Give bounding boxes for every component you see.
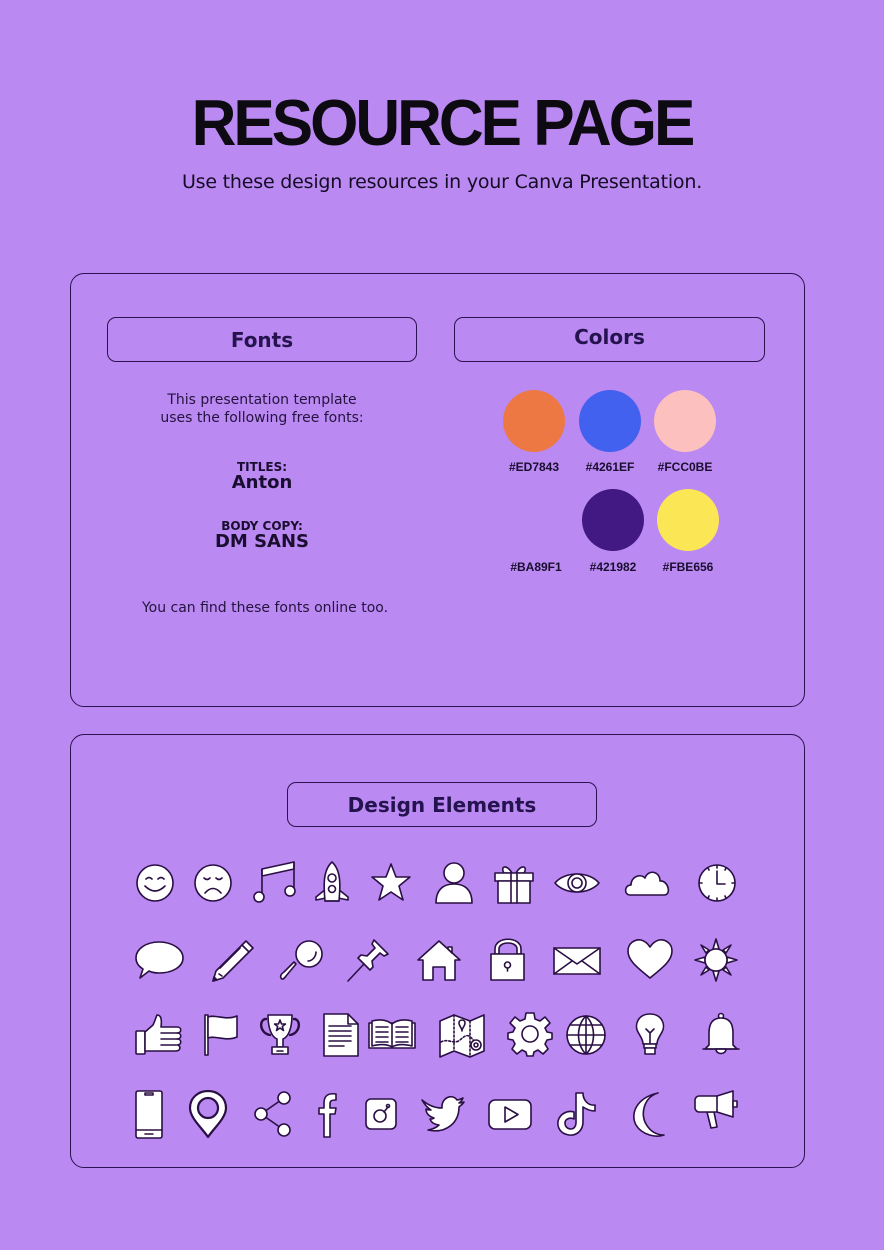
gear-icon [506, 1011, 554, 1059]
gift-icon [490, 859, 538, 907]
color-swatch [654, 390, 716, 452]
share-icon [249, 1090, 297, 1138]
page-subtitle: Use these design resources in your Canva… [181, 171, 703, 193]
color-swatch [505, 489, 567, 551]
lightbulb-icon [626, 1011, 674, 1059]
star-icon [367, 859, 415, 907]
padlock-icon [484, 936, 532, 984]
document-icon [318, 1011, 366, 1059]
crescent-moon-icon [626, 1090, 674, 1138]
cloud-icon [624, 859, 672, 907]
clock-icon [693, 859, 741, 907]
color-swatch [657, 489, 719, 551]
design-elements-heading: Design Elements [287, 782, 597, 827]
speech-bubble-icon [135, 936, 184, 984]
music-note-icon [250, 859, 298, 907]
open-book-icon [368, 1011, 416, 1059]
magnifying-glass-icon [278, 936, 326, 984]
globe-icon [562, 1011, 610, 1059]
color-hex-label: #FBE656 [662, 560, 714, 574]
twitter-icon [420, 1090, 468, 1138]
user-icon [430, 859, 478, 907]
map-icon [438, 1011, 486, 1059]
location-pin-icon [184, 1089, 232, 1139]
fonts-intro-line-1: This presentation template [167, 392, 357, 408]
facebook-icon [305, 1090, 353, 1138]
color-hex-label: #FCC0BE [657, 460, 713, 474]
color-swatch [582, 489, 644, 551]
titles-font-name: Anton [231, 472, 293, 493]
fonts-intro-line-2: uses the following free fonts: [160, 410, 364, 426]
sun-icon [692, 936, 740, 984]
youtube-icon [487, 1090, 535, 1138]
fonts-intro: This presentation template uses the foll… [107, 391, 417, 427]
colors-heading: Colors [454, 317, 765, 362]
thumbs-up-icon [135, 1011, 183, 1059]
megaphone-icon [693, 1090, 741, 1138]
trophy-icon [256, 1011, 304, 1059]
color-swatch [503, 390, 565, 452]
smiley-face-icon [131, 859, 179, 907]
flag-icon [199, 1011, 247, 1059]
heart-icon [626, 936, 674, 984]
page-title: RESOURCE PAGE [191, 87, 696, 160]
pencil-icon [209, 936, 257, 984]
fonts-heading: Fonts [107, 317, 417, 362]
body-font-name: DM SANS [214, 531, 310, 552]
house-icon [415, 936, 463, 984]
sad-face-icon [189, 859, 237, 907]
fonts-footer-note: You can find these fonts online too. [141, 600, 389, 616]
eye-icon [553, 859, 601, 907]
push-pin-icon [344, 936, 392, 984]
instagram-icon [360, 1090, 408, 1138]
smartphone-icon [126, 1090, 174, 1139]
color-swatch [579, 390, 641, 452]
rocket-icon [308, 859, 356, 907]
tiktok-icon [554, 1090, 602, 1138]
bell-icon [697, 1011, 745, 1059]
envelope-icon [553, 936, 601, 984]
